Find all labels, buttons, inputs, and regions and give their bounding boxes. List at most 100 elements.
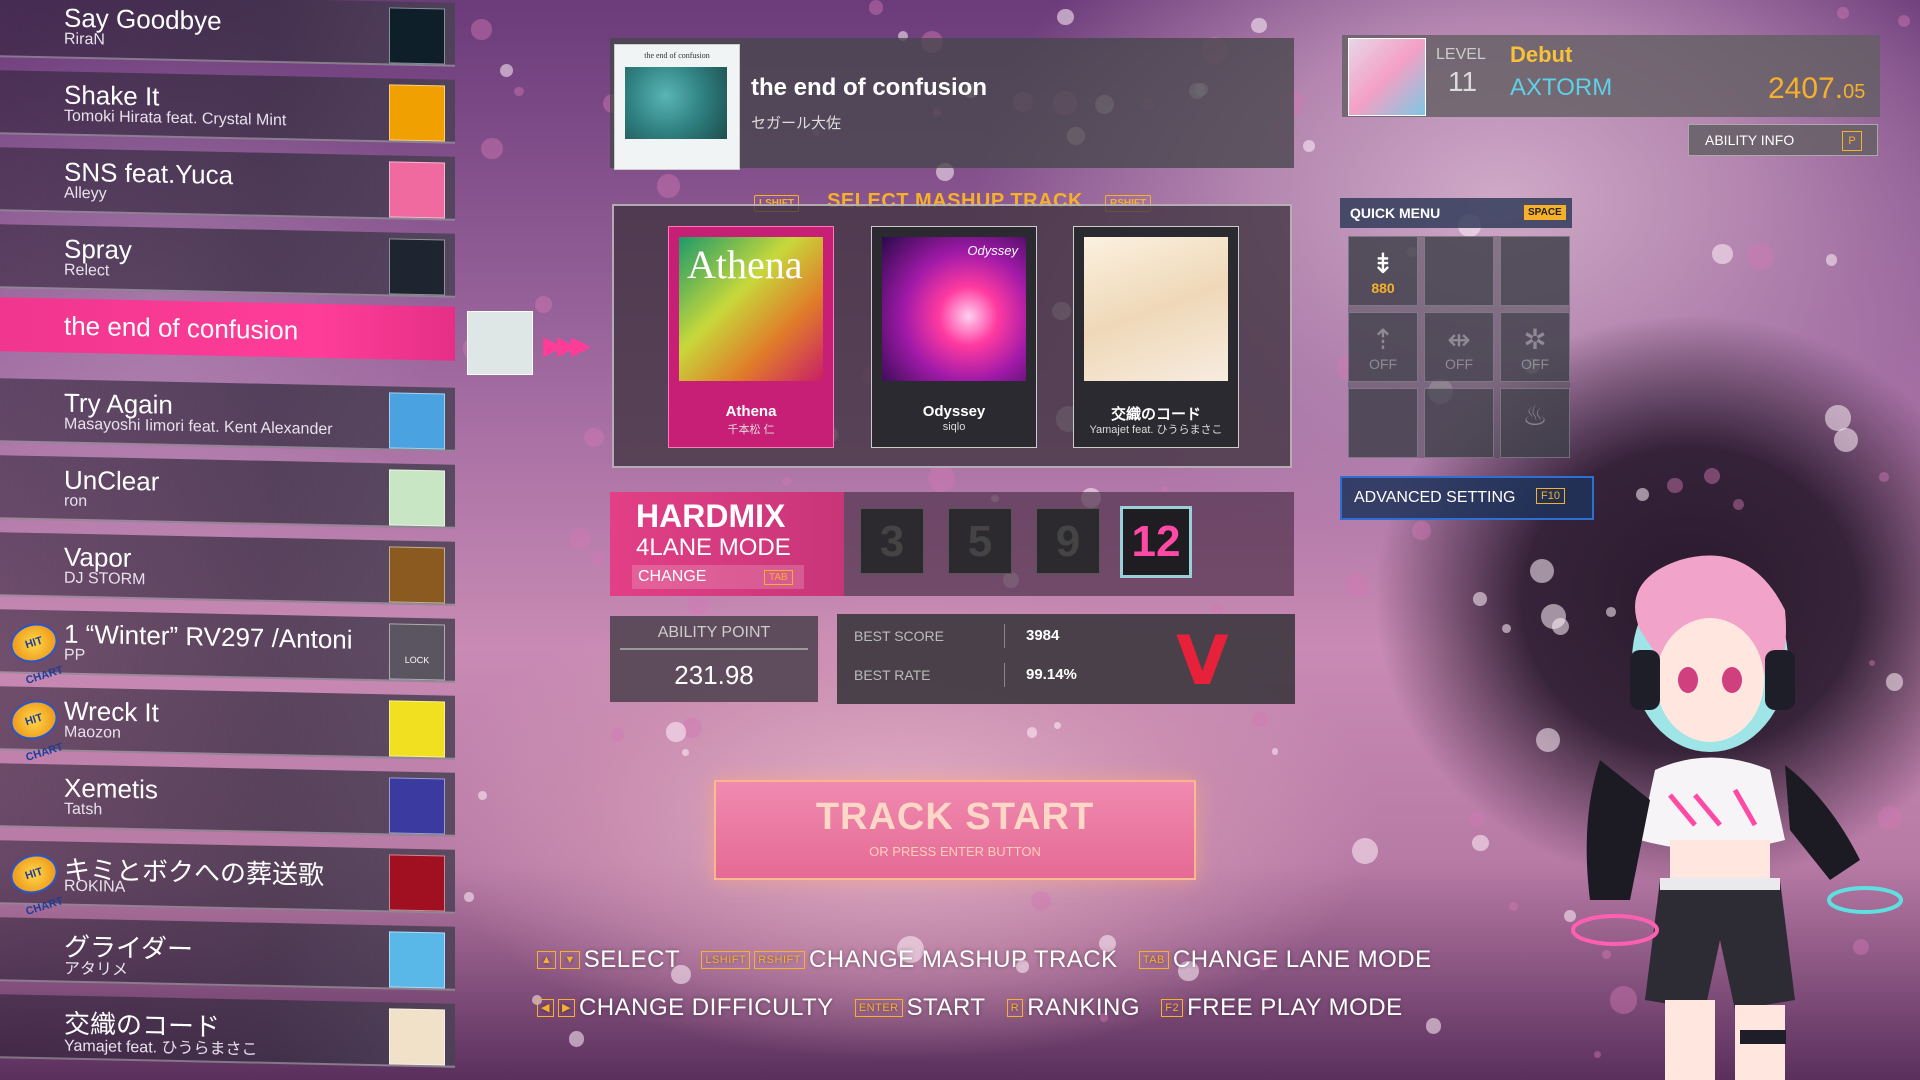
selection-arrows-icon: ▶▶▶ (543, 330, 591, 360)
song-list-item[interactable]: HIT CHART Wreck It Maozon (0, 686, 455, 764)
song-list-item[interactable]: グライダー アタリメ (0, 917, 455, 991)
jacket-caption: the end of confusion (644, 51, 710, 60)
blossom-petal (656, 174, 681, 198)
quick-menu-cell-label: OFF (1369, 356, 1397, 372)
quick-menu-cell[interactable] (1424, 236, 1494, 306)
player-title: Debut (1510, 42, 1573, 67)
song-artist: ron (64, 492, 88, 511)
song-list-item[interactable]: the end of confusion (0, 297, 455, 361)
mode-title: HARDMIX (636, 498, 786, 534)
quick-menu-cell[interactable] (1500, 236, 1570, 306)
now-playing-jacket: the end of confusion (614, 44, 740, 170)
left-arrow-key-icon: ◀ (537, 998, 554, 1017)
song-list-item[interactable]: Say Goodbye RiraN (0, 0, 455, 67)
song-list-item[interactable]: Xemetis Tatsh (0, 763, 455, 837)
song-artist: Maozon (64, 723, 121, 742)
rshift-key: RSHIFT (754, 950, 805, 969)
blossom-petal (1502, 623, 1512, 633)
hint-change-mashup: CHANGE MASHUP TRACK (808, 945, 1118, 973)
mashup-card-athena[interactable]: Athena Athena 千本松 仁 (668, 226, 834, 448)
song-jacket-thumbnail (389, 854, 445, 912)
song-list-item[interactable]: HIT CHART 1 “Winter” RV297 /Antoni PP LOCK (0, 609, 455, 687)
blossom-petal (534, 296, 552, 314)
blossom-petal (471, 19, 492, 40)
divider (1004, 624, 1005, 648)
blossom-petal (568, 1031, 585, 1047)
blossom-petal (1302, 139, 1316, 152)
quick-menu-cell[interactable] (1348, 388, 1418, 458)
song-list-item[interactable]: Vapor DJ STORM (0, 532, 455, 606)
best-rate-value: 99.14% (1026, 666, 1077, 683)
blossom-petal (1030, 891, 1051, 912)
points-main: 2407. (1768, 72, 1844, 105)
blossom-petal (478, 791, 488, 801)
best-rate-label: BEST RATE (854, 667, 931, 683)
blossom-petal (1411, 520, 1431, 540)
song-jacket-thumbnail (389, 469, 445, 527)
quick-menu-cell[interactable]: ⇟ 880 (1348, 236, 1418, 306)
song-jacket-thumbnail (389, 931, 445, 989)
blossom-petal (513, 86, 524, 97)
quick-menu-cell[interactable]: ⇡ OFF (1348, 312, 1418, 382)
song-list-item[interactable]: Try Again Masayoshi Iimori feat. Kent Ale… (0, 378, 455, 452)
song-artist: RiraN (64, 30, 105, 49)
song-title: Say Goodbye (64, 2, 222, 36)
blossom-petal (584, 427, 605, 448)
quick-menu-cell-icon: ⇡ (1371, 324, 1395, 355)
quick-menu-cell-icon: ✲ (1523, 324, 1547, 355)
song-list-item[interactable]: Spray Relect (0, 224, 455, 298)
tab-key: TAB (1138, 950, 1169, 969)
song-list-item[interactable]: UnClear ron (0, 455, 455, 529)
song-list-item[interactable]: HIT CHART キミとボクへの葬送歌 ROKINA (0, 840, 455, 918)
song-jacket-thumbnail (389, 546, 445, 604)
r-key: R (1006, 998, 1024, 1017)
quick-menu-cell-label: 880 (1371, 280, 1395, 296)
mashup-track-artist: Yamajet feat. ひうらまさこ (1089, 424, 1223, 436)
lock-icon: LOCK (404, 654, 430, 666)
blossom-petal (1251, 17, 1267, 34)
song-title: SNS feat.Yuca (64, 156, 234, 191)
blossom-petal (687, 594, 709, 615)
hit-chart-badge-icon: HIT CHART (5, 848, 65, 918)
mashup-card-kousyoku[interactable]: 交織のコード Yamajet feat. ひうらまさこ (1073, 226, 1239, 448)
song-jacket-thumbnail (389, 1008, 445, 1066)
song-title: UnClear (64, 464, 160, 497)
p-key: P (1842, 131, 1862, 151)
quick-menu-cell-label: OFF (1521, 356, 1549, 372)
song-jacket-thumbnail (389, 7, 445, 65)
quick-menu-cell[interactable]: ♨ (1500, 388, 1570, 458)
blossom-petal (1473, 592, 1487, 606)
tab-key: TAB (764, 570, 793, 585)
song-list[interactable]: Say Goodbye RiraN Shake It Tomoki Hirata fe… (0, 0, 460, 1080)
blossom-petal (1057, 8, 1074, 26)
quick-menu-cell[interactable]: ⇹ OFF (1424, 312, 1494, 382)
song-list-item[interactable]: SNS feat.Yuca Alleyy (0, 147, 455, 221)
difficulty-12[interactable]: 12 (1120, 506, 1192, 578)
blossom-petal (1530, 558, 1555, 584)
quick-menu-cell[interactable] (1424, 388, 1494, 458)
blossom-petal (1826, 254, 1838, 266)
song-jacket-thumbnail (389, 777, 445, 835)
blossom-petal (1712, 243, 1733, 265)
odyssey-art-text: Odyssey (967, 243, 1018, 258)
song-jacket-thumbnail (389, 700, 445, 758)
song-list-item[interactable]: 交織のコード Yamajet feat. ひうらまさこ (0, 994, 455, 1068)
song-jacket-thumbnail (389, 161, 445, 219)
ability-point-label: ABILITY POINT (657, 624, 771, 641)
quick-menu-cell[interactable]: ✲ OFF (1500, 312, 1570, 382)
song-artist: Tomoki Hirata feat. Crystal Mint (64, 107, 287, 130)
player-ability-points: 2407.05 (1768, 72, 1865, 106)
difficulty-9[interactable]: 9 (1036, 508, 1100, 574)
song-artist: DJ STORM (64, 569, 146, 589)
quick-menu-cell-label: OFF (1445, 356, 1473, 372)
difficulty-5[interactable]: 5 (948, 508, 1012, 574)
lshift-key: LSHIFT (701, 950, 751, 969)
song-list-item[interactable]: Shake It Tomoki Hirata feat. Crystal Mint (0, 70, 455, 144)
quick-menu-cell-icon: ♨ (1522, 400, 1548, 431)
quick-menu-cell-icon: ⇟ (1371, 248, 1395, 279)
mashup-card-odyssey[interactable]: Odyssey Odyssey siqlo (871, 226, 1037, 448)
blossom-petal (464, 892, 474, 902)
difficulty-3[interactable]: 3 (860, 508, 924, 574)
blossom-petal (1425, 1018, 1442, 1034)
blossom-petal (1733, 498, 1745, 511)
